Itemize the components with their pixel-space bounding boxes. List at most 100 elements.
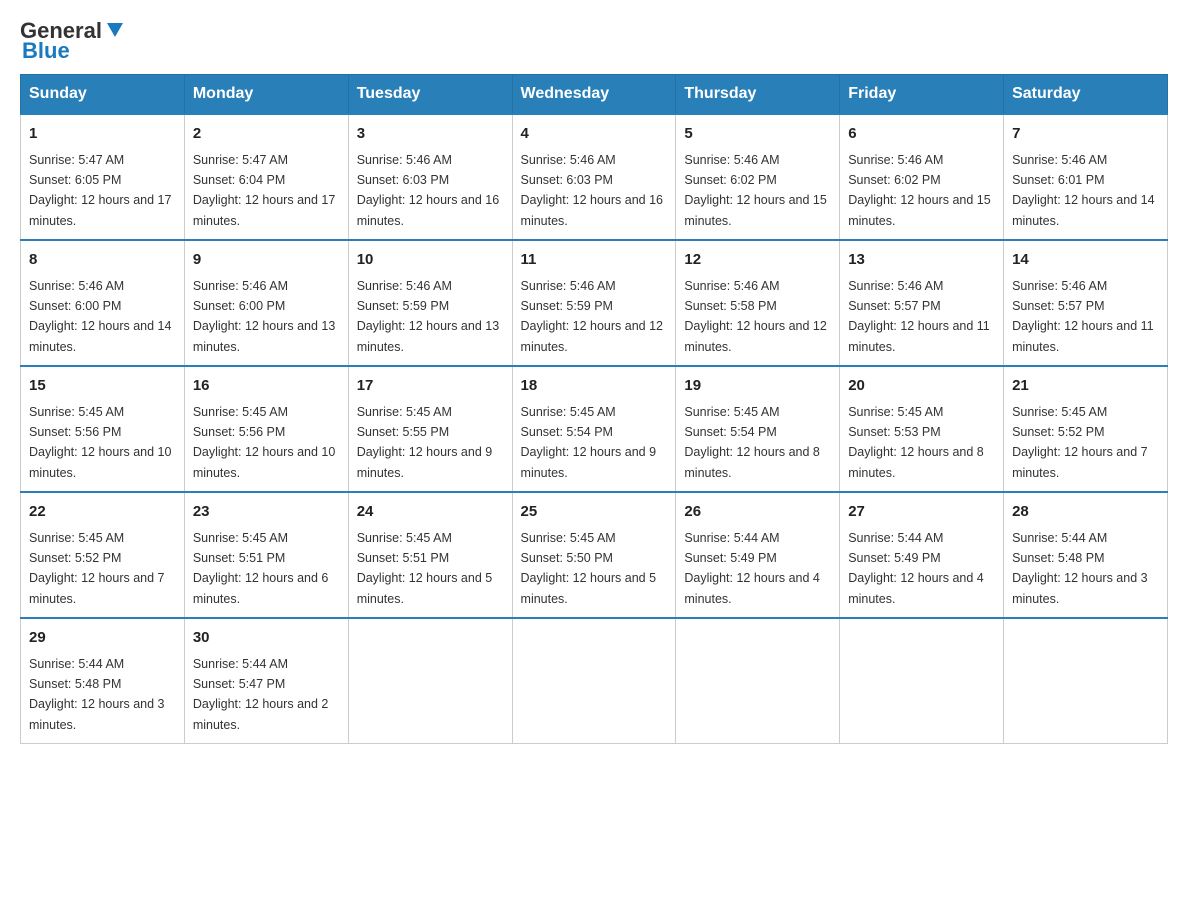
day-info: Sunrise: 5:47 AMSunset: 6:05 PMDaylight:… <box>29 153 171 228</box>
day-number: 18 <box>521 375 668 398</box>
calendar-day-cell: 29 Sunrise: 5:44 AMSunset: 5:48 PMDaylig… <box>21 618 185 744</box>
day-number: 29 <box>29 627 176 650</box>
day-info: Sunrise: 5:46 AMSunset: 5:59 PMDaylight:… <box>521 279 663 354</box>
day-info: Sunrise: 5:46 AMSunset: 5:57 PMDaylight:… <box>848 279 990 354</box>
calendar-day-cell <box>348 618 512 744</box>
calendar-day-cell: 18 Sunrise: 5:45 AMSunset: 5:54 PMDaylig… <box>512 366 676 492</box>
page-header: General Blue <box>20 20 1168 64</box>
day-number: 28 <box>1012 501 1159 524</box>
day-number: 15 <box>29 375 176 398</box>
logo: General Blue <box>20 20 126 64</box>
calendar-day-cell <box>1004 618 1168 744</box>
day-info: Sunrise: 5:46 AMSunset: 6:03 PMDaylight:… <box>521 153 663 228</box>
day-number: 19 <box>684 375 831 398</box>
calendar-day-cell: 3 Sunrise: 5:46 AMSunset: 6:03 PMDayligh… <box>348 114 512 240</box>
calendar-day-cell: 27 Sunrise: 5:44 AMSunset: 5:49 PMDaylig… <box>840 492 1004 618</box>
calendar-day-cell: 6 Sunrise: 5:46 AMSunset: 6:02 PMDayligh… <box>840 114 1004 240</box>
day-number: 30 <box>193 627 340 650</box>
calendar-day-cell: 9 Sunrise: 5:46 AMSunset: 6:00 PMDayligh… <box>184 240 348 366</box>
day-number: 20 <box>848 375 995 398</box>
day-number: 11 <box>521 249 668 272</box>
day-number: 24 <box>357 501 504 524</box>
day-number: 4 <box>521 123 668 146</box>
calendar-week-row-1: 1 Sunrise: 5:47 AMSunset: 6:05 PMDayligh… <box>21 114 1168 240</box>
day-info: Sunrise: 5:47 AMSunset: 6:04 PMDaylight:… <box>193 153 335 228</box>
day-info: Sunrise: 5:45 AMSunset: 5:52 PMDaylight:… <box>29 531 165 606</box>
calendar-day-cell <box>840 618 1004 744</box>
day-number: 17 <box>357 375 504 398</box>
day-number: 5 <box>684 123 831 146</box>
calendar-header-sunday: Sunday <box>21 75 185 115</box>
day-number: 7 <box>1012 123 1159 146</box>
calendar-day-cell <box>676 618 840 744</box>
calendar-header-saturday: Saturday <box>1004 75 1168 115</box>
calendar-day-cell: 4 Sunrise: 5:46 AMSunset: 6:03 PMDayligh… <box>512 114 676 240</box>
day-number: 3 <box>357 123 504 146</box>
day-number: 12 <box>684 249 831 272</box>
calendar-day-cell: 16 Sunrise: 5:45 AMSunset: 5:56 PMDaylig… <box>184 366 348 492</box>
calendar-header-monday: Monday <box>184 75 348 115</box>
day-info: Sunrise: 5:45 AMSunset: 5:50 PMDaylight:… <box>521 531 657 606</box>
calendar-day-cell: 13 Sunrise: 5:46 AMSunset: 5:57 PMDaylig… <box>840 240 1004 366</box>
day-number: 2 <box>193 123 340 146</box>
day-info: Sunrise: 5:45 AMSunset: 5:51 PMDaylight:… <box>357 531 493 606</box>
calendar-day-cell: 20 Sunrise: 5:45 AMSunset: 5:53 PMDaylig… <box>840 366 1004 492</box>
calendar-header-wednesday: Wednesday <box>512 75 676 115</box>
calendar-day-cell: 7 Sunrise: 5:46 AMSunset: 6:01 PMDayligh… <box>1004 114 1168 240</box>
day-number: 14 <box>1012 249 1159 272</box>
calendar-day-cell: 1 Sunrise: 5:47 AMSunset: 6:05 PMDayligh… <box>21 114 185 240</box>
day-info: Sunrise: 5:46 AMSunset: 5:57 PMDaylight:… <box>1012 279 1154 354</box>
calendar-week-row-3: 15 Sunrise: 5:45 AMSunset: 5:56 PMDaylig… <box>21 366 1168 492</box>
calendar-day-cell: 22 Sunrise: 5:45 AMSunset: 5:52 PMDaylig… <box>21 492 185 618</box>
day-number: 21 <box>1012 375 1159 398</box>
logo-triangle-icon <box>104 19 126 41</box>
day-info: Sunrise: 5:46 AMSunset: 6:02 PMDaylight:… <box>848 153 990 228</box>
day-number: 22 <box>29 501 176 524</box>
calendar-day-cell: 23 Sunrise: 5:45 AMSunset: 5:51 PMDaylig… <box>184 492 348 618</box>
day-info: Sunrise: 5:44 AMSunset: 5:47 PMDaylight:… <box>193 657 329 732</box>
day-info: Sunrise: 5:46 AMSunset: 6:01 PMDaylight:… <box>1012 153 1154 228</box>
day-info: Sunrise: 5:46 AMSunset: 6:00 PMDaylight:… <box>193 279 335 354</box>
calendar-day-cell: 17 Sunrise: 5:45 AMSunset: 5:55 PMDaylig… <box>348 366 512 492</box>
logo-blue-text: Blue <box>20 38 70 64</box>
calendar-week-row-2: 8 Sunrise: 5:46 AMSunset: 6:00 PMDayligh… <box>21 240 1168 366</box>
calendar-day-cell <box>512 618 676 744</box>
day-info: Sunrise: 5:44 AMSunset: 5:48 PMDaylight:… <box>1012 531 1148 606</box>
day-number: 1 <box>29 123 176 146</box>
calendar-table: SundayMondayTuesdayWednesdayThursdayFrid… <box>20 74 1168 744</box>
day-number: 16 <box>193 375 340 398</box>
calendar-day-cell: 15 Sunrise: 5:45 AMSunset: 5:56 PMDaylig… <box>21 366 185 492</box>
calendar-week-row-4: 22 Sunrise: 5:45 AMSunset: 5:52 PMDaylig… <box>21 492 1168 618</box>
day-info: Sunrise: 5:45 AMSunset: 5:56 PMDaylight:… <box>29 405 171 480</box>
day-info: Sunrise: 5:46 AMSunset: 5:58 PMDaylight:… <box>684 279 826 354</box>
calendar-day-cell: 21 Sunrise: 5:45 AMSunset: 5:52 PMDaylig… <box>1004 366 1168 492</box>
calendar-day-cell: 11 Sunrise: 5:46 AMSunset: 5:59 PMDaylig… <box>512 240 676 366</box>
day-info: Sunrise: 5:45 AMSunset: 5:56 PMDaylight:… <box>193 405 335 480</box>
calendar-header-friday: Friday <box>840 75 1004 115</box>
day-info: Sunrise: 5:44 AMSunset: 5:48 PMDaylight:… <box>29 657 165 732</box>
day-info: Sunrise: 5:44 AMSunset: 5:49 PMDaylight:… <box>848 531 984 606</box>
calendar-day-cell: 12 Sunrise: 5:46 AMSunset: 5:58 PMDaylig… <box>676 240 840 366</box>
day-info: Sunrise: 5:46 AMSunset: 6:00 PMDaylight:… <box>29 279 171 354</box>
day-number: 23 <box>193 501 340 524</box>
calendar-day-cell: 26 Sunrise: 5:44 AMSunset: 5:49 PMDaylig… <box>676 492 840 618</box>
day-number: 13 <box>848 249 995 272</box>
calendar-header-tuesday: Tuesday <box>348 75 512 115</box>
calendar-day-cell: 2 Sunrise: 5:47 AMSunset: 6:04 PMDayligh… <box>184 114 348 240</box>
day-number: 9 <box>193 249 340 272</box>
calendar-day-cell: 5 Sunrise: 5:46 AMSunset: 6:02 PMDayligh… <box>676 114 840 240</box>
day-info: Sunrise: 5:45 AMSunset: 5:55 PMDaylight:… <box>357 405 493 480</box>
calendar-day-cell: 14 Sunrise: 5:46 AMSunset: 5:57 PMDaylig… <box>1004 240 1168 366</box>
calendar-header-row: SundayMondayTuesdayWednesdayThursdayFrid… <box>21 75 1168 115</box>
calendar-week-row-5: 29 Sunrise: 5:44 AMSunset: 5:48 PMDaylig… <box>21 618 1168 744</box>
calendar-day-cell: 10 Sunrise: 5:46 AMSunset: 5:59 PMDaylig… <box>348 240 512 366</box>
day-number: 25 <box>521 501 668 524</box>
calendar-day-cell: 30 Sunrise: 5:44 AMSunset: 5:47 PMDaylig… <box>184 618 348 744</box>
calendar-day-cell: 8 Sunrise: 5:46 AMSunset: 6:00 PMDayligh… <box>21 240 185 366</box>
day-info: Sunrise: 5:46 AMSunset: 5:59 PMDaylight:… <box>357 279 499 354</box>
day-info: Sunrise: 5:45 AMSunset: 5:51 PMDaylight:… <box>193 531 329 606</box>
calendar-header-thursday: Thursday <box>676 75 840 115</box>
day-info: Sunrise: 5:44 AMSunset: 5:49 PMDaylight:… <box>684 531 820 606</box>
day-info: Sunrise: 5:45 AMSunset: 5:54 PMDaylight:… <box>521 405 657 480</box>
day-info: Sunrise: 5:45 AMSunset: 5:52 PMDaylight:… <box>1012 405 1148 480</box>
